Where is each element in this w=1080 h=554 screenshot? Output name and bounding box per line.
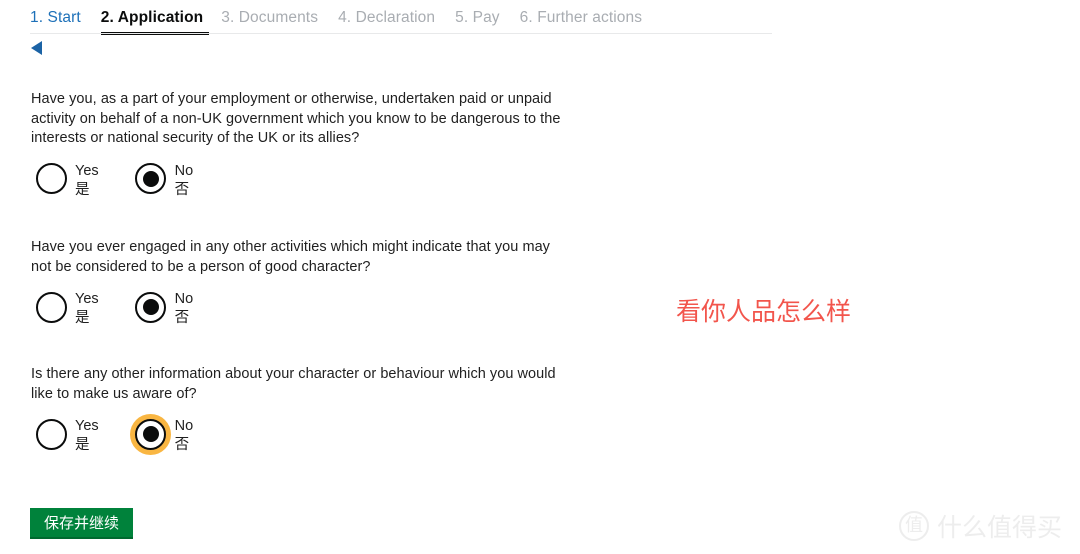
question-block-2: Have you ever engaged in any other activ… bbox=[31, 238, 571, 328]
radio-group-2: Yes 是 No 否 bbox=[31, 291, 571, 328]
radio-group-3: Yes 是 No 否 bbox=[31, 418, 571, 455]
save-and-continue-button[interactable]: 保存并继续 bbox=[30, 508, 134, 539]
radio-label[interactable]: No 否 bbox=[175, 417, 194, 455]
radio-option-yes-q3[interactable]: Yes 是 bbox=[31, 418, 99, 455]
radio-button-icon[interactable] bbox=[131, 159, 171, 199]
radio-label[interactable]: No 否 bbox=[175, 290, 194, 328]
radio-label-en: Yes bbox=[75, 418, 99, 435]
radio-label-cn: 否 bbox=[174, 310, 190, 327]
radio-button-icon[interactable] bbox=[131, 287, 171, 327]
radio-group-1: Yes 是 No 否 bbox=[31, 163, 571, 200]
question-block-3: Is there any other information about you… bbox=[31, 365, 571, 455]
radio-option-no-q1[interactable]: No 否 bbox=[131, 162, 194, 200]
step-tab-6[interactable]: 6. Further actions bbox=[520, 8, 653, 28]
radio-label-cn: 否 bbox=[174, 437, 190, 454]
step-navigation: 1. Start 2. Application 3. Documents 4. Dec… bbox=[30, 8, 772, 35]
radio-label-en: Yes bbox=[75, 162, 99, 179]
radio-label[interactable]: Yes 是 bbox=[75, 162, 99, 200]
radio-option-no-q2[interactable]: No 否 bbox=[131, 290, 194, 328]
radio-label[interactable]: Yes 是 bbox=[75, 417, 99, 455]
radio-label-en: No bbox=[174, 291, 194, 308]
radio-button-icon[interactable] bbox=[31, 287, 71, 327]
radio-label-cn: 是 bbox=[75, 181, 90, 198]
radio-label-cn: 是 bbox=[75, 437, 90, 454]
radio-button-icon[interactable] bbox=[31, 159, 71, 199]
step-tab-5[interactable]: 5. Pay bbox=[455, 8, 511, 28]
step-tab-4[interactable]: 4. Declaration bbox=[338, 8, 446, 28]
radio-label-en: No bbox=[174, 418, 194, 435]
back-triangle-icon[interactable] bbox=[31, 41, 42, 55]
watermark-badge-icon: 值 bbox=[898, 511, 929, 541]
question-text-3: Is there any other information about you… bbox=[31, 366, 556, 402]
question-block-1: Have you, as a part of your employment o… bbox=[31, 90, 571, 200]
radio-selected-icon[interactable] bbox=[135, 291, 167, 323]
radio-button-icon[interactable] bbox=[131, 414, 171, 454]
radio-selected-icon[interactable] bbox=[135, 163, 167, 195]
step-tab-1[interactable]: 1. Start bbox=[30, 8, 92, 28]
watermark-label: 什么值得买 bbox=[936, 513, 1062, 542]
radio-label[interactable]: Yes 是 bbox=[75, 290, 99, 328]
watermark: 值 什么值得买 bbox=[898, 508, 1062, 544]
annotation-text: 看你人品怎么样 bbox=[676, 297, 852, 326]
radio-option-yes-q1[interactable]: Yes 是 bbox=[31, 163, 99, 200]
radio-option-yes-q2[interactable]: Yes 是 bbox=[31, 291, 99, 328]
radio-label-cn: 否 bbox=[174, 181, 190, 198]
radio-label[interactable]: No 否 bbox=[175, 162, 194, 200]
question-text-2: Have you ever engaged in any other activ… bbox=[31, 239, 550, 275]
radio-label-en: No bbox=[174, 162, 194, 179]
radio-label-cn: 是 bbox=[75, 310, 90, 327]
radio-unselected-icon[interactable] bbox=[35, 291, 67, 323]
radio-label-en: Yes bbox=[75, 291, 99, 308]
radio-button-icon[interactable] bbox=[31, 414, 71, 454]
radio-option-no-q3[interactable]: No 否 bbox=[131, 417, 194, 455]
nav-divider bbox=[30, 33, 772, 34]
question-text-1: Have you, as a part of your employment o… bbox=[31, 91, 561, 147]
radio-selected-icon[interactable] bbox=[135, 418, 167, 450]
step-tab-2: 2. Application bbox=[100, 8, 210, 35]
radio-unselected-icon[interactable] bbox=[35, 418, 67, 450]
radio-unselected-icon[interactable] bbox=[35, 163, 67, 195]
step-tab-3[interactable]: 3. Documents bbox=[221, 8, 329, 28]
